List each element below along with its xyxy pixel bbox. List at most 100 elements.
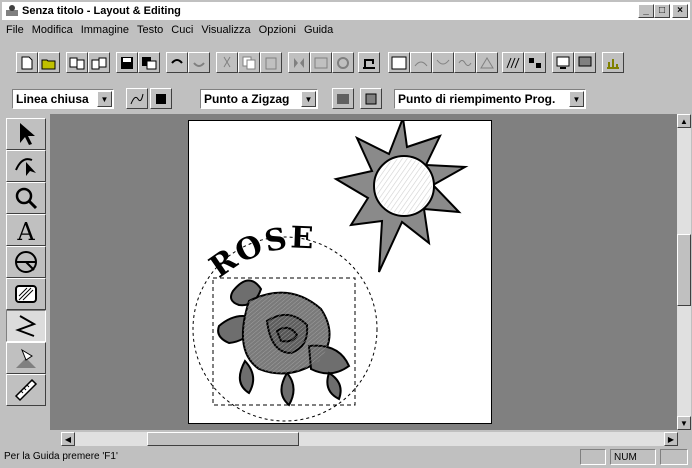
- point-edit-tool[interactable]: [6, 150, 46, 182]
- text-mode-button[interactable]: [388, 52, 410, 73]
- vertical-scroll-thumb[interactable]: [677, 234, 691, 306]
- design-page[interactable]: ROSE: [188, 114, 492, 424]
- outline-stitch-value: Punto a Zigzag: [204, 92, 290, 106]
- text-wave-button[interactable]: [454, 52, 476, 73]
- export-icon: [91, 57, 107, 69]
- sewing-machine-button[interactable]: [358, 52, 380, 73]
- text-tool[interactable]: A: [6, 214, 46, 246]
- design-property-icon: [607, 58, 619, 69]
- design-canvas[interactable]: ROSE: [189, 114, 491, 423]
- scroll-left-button[interactable]: ◀: [61, 432, 75, 446]
- scroll-right-button[interactable]: ▶: [664, 432, 678, 446]
- import-button[interactable]: [66, 52, 88, 73]
- text-path-button[interactable]: [410, 52, 432, 73]
- fill-pattern-icon: [337, 93, 349, 104]
- redo-icon: [193, 61, 205, 67]
- scroll-up-button[interactable]: ▲: [677, 114, 691, 128]
- chevron-down-icon[interactable]: ▼: [97, 91, 112, 107]
- sewing-attributes-toolbar: Linea chiusa ▼ Punto a Zigzag ▼ Punto di…: [2, 86, 690, 112]
- line-color-button[interactable]: [150, 88, 172, 109]
- zigzag-line-icon: [15, 315, 37, 337]
- rose-text[interactable]: ROSE: [203, 220, 316, 285]
- status-panel-empty: [660, 449, 688, 465]
- sun-shape[interactable]: [333, 114, 469, 273]
- text-shape-button[interactable]: [476, 52, 498, 73]
- realistic-preview-button[interactable]: [574, 52, 596, 73]
- cut-button[interactable]: [216, 52, 238, 73]
- arrow-pointer-icon: [20, 123, 35, 145]
- new-document-icon: [21, 56, 33, 69]
- select-tool[interactable]: [6, 118, 46, 150]
- folder-open-icon: [41, 59, 56, 69]
- line-draw-tool[interactable]: [6, 310, 46, 342]
- minimize-button[interactable]: _: [638, 4, 654, 18]
- menu-guida[interactable]: Guida: [304, 24, 333, 36]
- curve-line-icon: [130, 93, 144, 104]
- horizontal-scrollbar[interactable]: ◀ ▶: [61, 432, 678, 446]
- text-arc-button[interactable]: [432, 52, 454, 73]
- chevron-down-icon[interactable]: ▼: [569, 91, 584, 107]
- mirror-button[interactable]: [288, 52, 310, 73]
- redo-button[interactable]: [188, 52, 210, 73]
- tool-palette: A: [6, 118, 46, 430]
- rectangle-tool[interactable]: [6, 278, 46, 310]
- line-type-select[interactable]: Linea chiusa ▼: [12, 89, 114, 109]
- display-preview-button[interactable]: [552, 52, 574, 73]
- letter-a-icon: A: [16, 218, 35, 244]
- num-lock-indicator: NUM: [610, 449, 656, 465]
- open-file-button[interactable]: [38, 52, 60, 73]
- restore-button[interactable]: □: [654, 4, 670, 18]
- save-as-button[interactable]: [138, 52, 160, 73]
- rectangle-hatch-icon: [15, 285, 37, 303]
- close-button[interactable]: ×: [672, 4, 688, 18]
- fill-color-button[interactable]: [360, 88, 382, 109]
- color-sort-button[interactable]: [524, 52, 546, 73]
- zoom-tool[interactable]: [6, 182, 46, 214]
- stitch-direction-tool[interactable]: [6, 342, 46, 374]
- export-button[interactable]: [88, 52, 110, 73]
- text-path-icon: [414, 61, 428, 66]
- save-as-icon: [142, 56, 157, 69]
- chevron-down-icon[interactable]: ▼: [301, 91, 316, 107]
- design-workspace[interactable]: ROSE: [50, 114, 678, 430]
- line-type-value: Linea chiusa: [16, 92, 89, 106]
- menu-visualizza[interactable]: Visualizza: [201, 24, 250, 36]
- undo-icon: [171, 58, 183, 64]
- stitch-pattern-button[interactable]: [502, 52, 524, 73]
- flip-button[interactable]: [310, 52, 332, 73]
- vertical-scrollbar[interactable]: ▲ ▼: [677, 114, 691, 430]
- fill-stitch-select[interactable]: Punto di riempimento Prog. ▼: [394, 89, 586, 109]
- title-bar: Senza titolo - Layout & Editing _ □ ×: [2, 2, 690, 20]
- scroll-down-button[interactable]: ▼: [677, 416, 691, 430]
- design-property-button[interactable]: [602, 52, 624, 73]
- paste-button[interactable]: [260, 52, 282, 73]
- shape-tool[interactable]: [6, 246, 46, 278]
- fill-stitch-value: Punto di riempimento Prog.: [398, 92, 556, 106]
- line-sewing-toggle[interactable]: [126, 88, 148, 109]
- menu-file[interactable]: File: [6, 24, 24, 36]
- menu-modifica[interactable]: Modifica: [32, 24, 73, 36]
- menu-cuci[interactable]: Cuci: [171, 24, 193, 36]
- copy-button[interactable]: [238, 52, 260, 73]
- paste-icon: [265, 57, 277, 69]
- status-message: Per la Guida premere 'F1': [4, 451, 118, 462]
- undo-button[interactable]: [166, 52, 188, 73]
- menu-immagine[interactable]: Immagine: [81, 24, 129, 36]
- menu-testo[interactable]: Testo: [137, 24, 163, 36]
- measure-tool[interactable]: [6, 374, 46, 406]
- save-button[interactable]: [116, 52, 138, 73]
- floppy-disk-icon: [121, 56, 133, 69]
- stitch-direction-icon: [16, 348, 36, 368]
- text-shape-icon: [480, 56, 494, 68]
- rose-embroidery[interactable]: [217, 279, 351, 407]
- status-panel-empty: [580, 449, 606, 465]
- rotate-button[interactable]: [332, 52, 354, 73]
- menu-opzioni[interactable]: Opzioni: [259, 24, 296, 36]
- num-indicator-text: NUM: [614, 451, 637, 463]
- magnifier-icon: [15, 187, 38, 210]
- new-file-button[interactable]: [16, 52, 38, 73]
- outline-stitch-select[interactable]: Punto a Zigzag ▼: [200, 89, 318, 109]
- app-icon[interactable]: [5, 4, 19, 18]
- fill-sewing-toggle[interactable]: [332, 88, 354, 109]
- horizontal-scroll-thumb[interactable]: [147, 432, 299, 446]
